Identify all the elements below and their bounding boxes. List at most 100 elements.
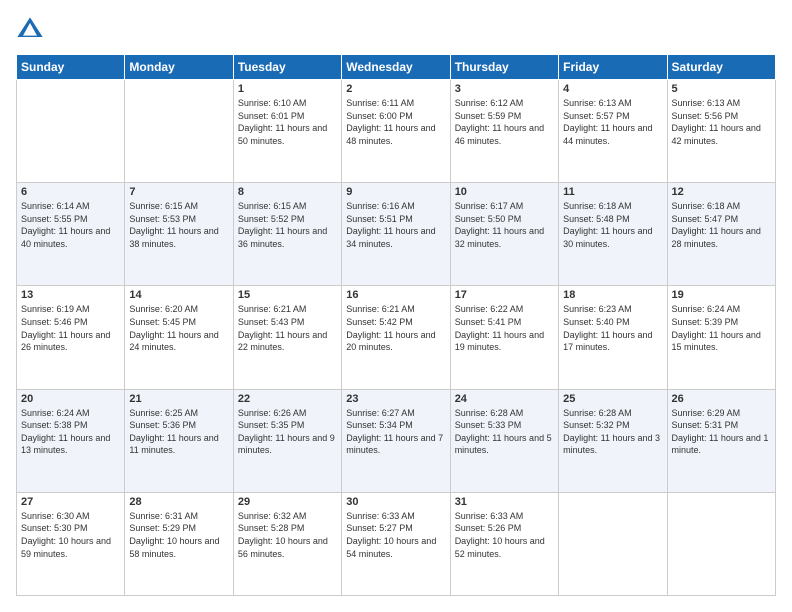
day-number: 18 [563, 289, 662, 301]
day-info: Sunrise: 6:25 AM Sunset: 5:36 PM Dayligh… [129, 407, 228, 457]
day-info: Sunrise: 6:23 AM Sunset: 5:40 PM Dayligh… [563, 303, 662, 353]
calendar-cell: 4Sunrise: 6:13 AM Sunset: 5:57 PM Daylig… [559, 80, 667, 183]
calendar-cell: 17Sunrise: 6:22 AM Sunset: 5:41 PM Dayli… [450, 286, 558, 389]
calendar-header-wednesday: Wednesday [342, 55, 450, 80]
calendar-cell: 20 Sunrise: 6:24 AM Sunset: 5:38 PM Dayli… [17, 389, 125, 492]
calendar-cell: 7 Sunrise: 6:15 AM Sunset: 5:53 PM Daylig… [125, 183, 233, 286]
day-number: 2 [346, 83, 445, 95]
calendar-cell: 24 Sunrise: 6:28 AM Sunset: 5:33 PM Dayli… [450, 389, 558, 492]
day-info: Sunrise: 6:11 AM Sunset: 6:00 PM Dayligh… [346, 97, 445, 147]
day-number: 15 [238, 289, 337, 301]
calendar-cell: 3Sunrise: 6:12 AM Sunset: 5:59 PM Daylig… [450, 80, 558, 183]
day-number: 13 [21, 289, 120, 301]
day-info: Sunrise: 6:16 AM Sunset: 5:51 PM Dayligh… [346, 200, 445, 250]
day-number: 16 [346, 289, 445, 301]
day-info: Sunrise: 6:17 AM Sunset: 5:50 PM Dayligh… [455, 200, 554, 250]
day-info: Sunrise: 6:21 AM Sunset: 5:42 PM Dayligh… [346, 303, 445, 353]
day-number: 5 [672, 83, 771, 95]
calendar-cell: 10 Sunrise: 6:17 AM Sunset: 5:50 PM Dayli… [450, 183, 558, 286]
day-info: Sunrise: 6:33 AM Sunset: 5:27 PM Dayligh… [346, 510, 445, 560]
day-number: 9 [346, 186, 445, 198]
calendar-cell: 12Sunrise: 6:18 AM Sunset: 5:47 PM Dayli… [667, 183, 775, 286]
day-number: 1 [238, 83, 337, 95]
calendar-cell: 9 Sunrise: 6:16 AM Sunset: 5:51 PM Daylig… [342, 183, 450, 286]
calendar-cell [667, 492, 775, 595]
calendar-cell [125, 80, 233, 183]
day-number: 27 [21, 496, 120, 508]
calendar-cell [17, 80, 125, 183]
day-info: Sunrise: 6:10 AM Sunset: 6:01 PM Dayligh… [238, 97, 337, 147]
calendar-header-sunday: Sunday [17, 55, 125, 80]
day-info: Sunrise: 6:32 AM Sunset: 5:28 PM Dayligh… [238, 510, 337, 560]
calendar-cell: 22 Sunrise: 6:26 AM Sunset: 5:35 PM Dayli… [233, 389, 341, 492]
calendar-header-tuesday: Tuesday [233, 55, 341, 80]
day-number: 23 [346, 393, 445, 405]
calendar-cell: 29 Sunrise: 6:32 AM Sunset: 5:28 PM Dayli… [233, 492, 341, 595]
day-info: Sunrise: 6:20 AM Sunset: 5:45 PM Dayligh… [129, 303, 228, 353]
calendar-cell: 19Sunrise: 6:24 AM Sunset: 5:39 PM Dayli… [667, 286, 775, 389]
day-number: 22 [238, 393, 337, 405]
day-number: 11 [563, 186, 662, 198]
day-info: Sunrise: 6:15 AM Sunset: 5:52 PM Dayligh… [238, 200, 337, 250]
day-info: Sunrise: 6:24 AM Sunset: 5:39 PM Dayligh… [672, 303, 771, 353]
day-number: 31 [455, 496, 554, 508]
calendar-header-monday: Monday [125, 55, 233, 80]
day-info: Sunrise: 6:28 AM Sunset: 5:33 PM Dayligh… [455, 407, 554, 457]
calendar-week-1: 1 Sunrise: 6:10 AM Sunset: 6:01 PM Daylig… [17, 80, 776, 183]
day-info: Sunrise: 6:28 AM Sunset: 5:32 PM Dayligh… [563, 407, 662, 457]
day-number: 14 [129, 289, 228, 301]
day-info: Sunrise: 6:27 AM Sunset: 5:34 PM Dayligh… [346, 407, 445, 457]
calendar-week-3: 13 Sunrise: 6:19 AM Sunset: 5:46 PM Dayli… [17, 286, 776, 389]
day-number: 26 [672, 393, 771, 405]
day-info: Sunrise: 6:13 AM Sunset: 5:57 PM Dayligh… [563, 97, 662, 147]
day-number: 21 [129, 393, 228, 405]
calendar-week-5: 27 Sunrise: 6:30 AM Sunset: 5:30 PM Dayli… [17, 492, 776, 595]
day-number: 3 [455, 83, 554, 95]
day-info: Sunrise: 6:24 AM Sunset: 5:38 PM Dayligh… [21, 407, 120, 457]
calendar-cell: 16 Sunrise: 6:21 AM Sunset: 5:42 PM Dayli… [342, 286, 450, 389]
calendar-cell: 26 Sunrise: 6:29 AM Sunset: 5:31 PM Dayli… [667, 389, 775, 492]
calendar-cell: 6 Sunrise: 6:14 AM Sunset: 5:55 PM Daylig… [17, 183, 125, 286]
calendar-cell: 25Sunrise: 6:28 AM Sunset: 5:32 PM Dayli… [559, 389, 667, 492]
calendar-week-2: 6 Sunrise: 6:14 AM Sunset: 5:55 PM Daylig… [17, 183, 776, 286]
day-info: Sunrise: 6:19 AM Sunset: 5:46 PM Dayligh… [21, 303, 120, 353]
calendar-table: SundayMondayTuesdayWednesdayThursdayFrid… [16, 54, 776, 596]
day-info: Sunrise: 6:15 AM Sunset: 5:53 PM Dayligh… [129, 200, 228, 250]
calendar-cell: 18 Sunrise: 6:23 AM Sunset: 5:40 PM Dayli… [559, 286, 667, 389]
day-number: 6 [21, 186, 120, 198]
day-info: Sunrise: 6:26 AM Sunset: 5:35 PM Dayligh… [238, 407, 337, 457]
day-number: 29 [238, 496, 337, 508]
calendar-cell: 30Sunrise: 6:33 AM Sunset: 5:27 PM Dayli… [342, 492, 450, 595]
calendar-cell: 27 Sunrise: 6:30 AM Sunset: 5:30 PM Dayli… [17, 492, 125, 595]
day-info: Sunrise: 6:30 AM Sunset: 5:30 PM Dayligh… [21, 510, 120, 560]
day-number: 20 [21, 393, 120, 405]
day-info: Sunrise: 6:14 AM Sunset: 5:55 PM Dayligh… [21, 200, 120, 250]
calendar-cell [559, 492, 667, 595]
calendar-cell: 5 Sunrise: 6:13 AM Sunset: 5:56 PM Daylig… [667, 80, 775, 183]
calendar-cell: 14 Sunrise: 6:20 AM Sunset: 5:45 PM Dayli… [125, 286, 233, 389]
day-number: 28 [129, 496, 228, 508]
day-number: 24 [455, 393, 554, 405]
day-info: Sunrise: 6:13 AM Sunset: 5:56 PM Dayligh… [672, 97, 771, 147]
page: SundayMondayTuesdayWednesdayThursdayFrid… [0, 0, 792, 612]
logo-icon [16, 16, 44, 44]
calendar-cell: 2 Sunrise: 6:11 AM Sunset: 6:00 PM Daylig… [342, 80, 450, 183]
day-info: Sunrise: 6:31 AM Sunset: 5:29 PM Dayligh… [129, 510, 228, 560]
calendar-cell: 11 Sunrise: 6:18 AM Sunset: 5:48 PM Dayli… [559, 183, 667, 286]
calendar-cell: 1 Sunrise: 6:10 AM Sunset: 6:01 PM Daylig… [233, 80, 341, 183]
calendar-cell: 8 Sunrise: 6:15 AM Sunset: 5:52 PM Daylig… [233, 183, 341, 286]
day-number: 7 [129, 186, 228, 198]
header [16, 16, 776, 44]
calendar-header-thursday: Thursday [450, 55, 558, 80]
day-info: Sunrise: 6:18 AM Sunset: 5:48 PM Dayligh… [563, 200, 662, 250]
calendar-cell: 31 Sunrise: 6:33 AM Sunset: 5:26 PM Dayli… [450, 492, 558, 595]
day-info: Sunrise: 6:33 AM Sunset: 5:26 PM Dayligh… [455, 510, 554, 560]
day-info: Sunrise: 6:29 AM Sunset: 5:31 PM Dayligh… [672, 407, 771, 457]
calendar-cell: 13 Sunrise: 6:19 AM Sunset: 5:46 PM Dayli… [17, 286, 125, 389]
day-info: Sunrise: 6:21 AM Sunset: 5:43 PM Dayligh… [238, 303, 337, 353]
day-number: 17 [455, 289, 554, 301]
day-number: 8 [238, 186, 337, 198]
calendar-week-4: 20 Sunrise: 6:24 AM Sunset: 5:38 PM Dayli… [17, 389, 776, 492]
day-number: 10 [455, 186, 554, 198]
logo [16, 16, 48, 44]
